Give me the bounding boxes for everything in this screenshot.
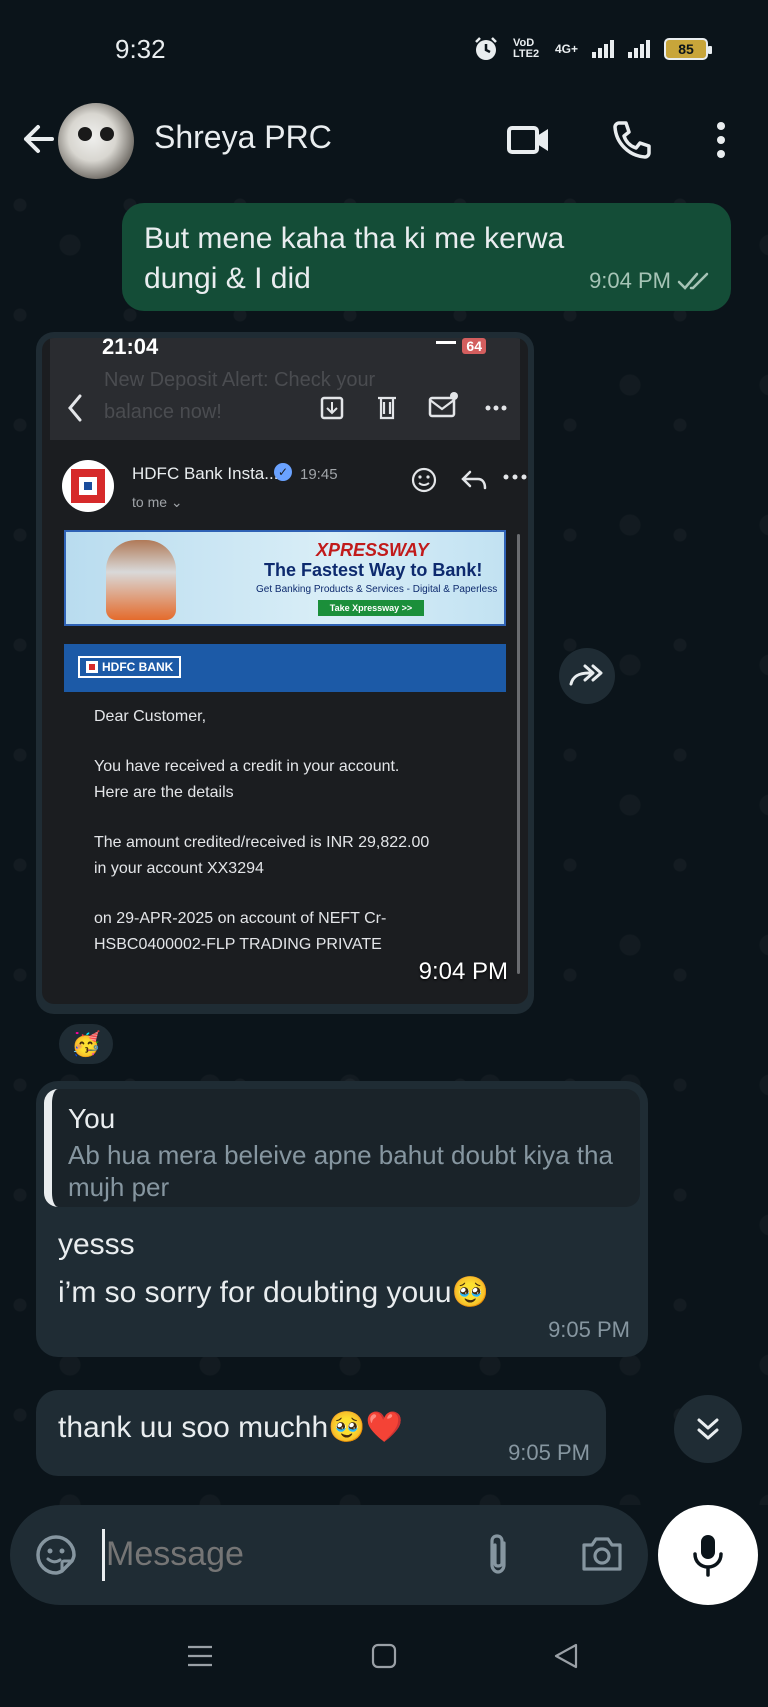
message-time: 9:05 PM xyxy=(548,1317,630,1342)
message-reaction[interactable]: 🥳 xyxy=(56,1021,116,1067)
message-text: But mene kaha tha ki me kerwa dungi & I … xyxy=(144,222,565,295)
status-bar: 9:32 VoD LTE2 4G+ 85 xyxy=(0,0,768,100)
hdfc-bank-label: HDFC BANK xyxy=(102,660,174,674)
email-sender: HDFC Bank Insta... xyxy=(132,464,279,483)
banner-button: Take Xpressway >> xyxy=(318,600,424,616)
attach-paperclip-icon[interactable] xyxy=(480,1531,516,1579)
email-recipient: to me ⌄ xyxy=(132,494,183,510)
alarm-icon xyxy=(475,37,497,60)
email-more-icon xyxy=(503,474,527,480)
banner-person-image xyxy=(106,540,176,620)
heart-emoji: ❤️ xyxy=(365,1411,403,1444)
voice-record-button[interactable] xyxy=(658,1505,758,1605)
email-line-2: The amount credited/received is INR 29,8… xyxy=(94,834,430,877)
battery-level: 85 xyxy=(678,41,694,57)
email-toolbar xyxy=(68,392,507,422)
quote-text: Ab hua mera beleive apne bahut doubt kiy… xyxy=(68,1140,613,1202)
chat-header: Shreya PRC xyxy=(0,95,768,185)
quote-author: You xyxy=(68,1103,116,1134)
battery-icon: 85 xyxy=(664,38,712,60)
status-icons: VoD LTE2 4G+ 85 xyxy=(473,36,712,62)
quoted-message[interactable]: You Ab hua mera beleive apne bahut doubt… xyxy=(44,1089,640,1207)
video-call-icon[interactable] xyxy=(506,117,552,163)
forward-icon xyxy=(569,664,603,686)
message-line-2: i’m so sorry for doubting youu🥹 xyxy=(58,1276,489,1309)
email-recipient-text: to me xyxy=(132,494,168,510)
message-composer xyxy=(10,1505,648,1605)
hdfc-bank-tag: HDFC BANK xyxy=(78,656,182,678)
banner-brand: XPRESSWAY xyxy=(316,540,429,560)
incoming-message-reply[interactable]: You Ab hua mera beleive apne bahut doubt… xyxy=(36,1081,648,1357)
recents-menu-icon[interactable] xyxy=(186,1642,214,1670)
email-screenshot[interactable]: 21:04 64 New Deposit Alert: Check your b… xyxy=(42,338,528,1004)
reaction-emoji: 🥳 xyxy=(71,1030,101,1058)
image-message-time: 9:04 PM xyxy=(418,958,508,985)
reply-icon xyxy=(461,470,487,490)
message-line-1: yesss xyxy=(58,1228,135,1261)
more-options-icon[interactable] xyxy=(706,117,736,163)
contact-name[interactable]: Shreya PRC xyxy=(154,119,332,156)
emoji-react-icon xyxy=(411,467,437,493)
status-time: 9:32 xyxy=(115,34,166,64)
forward-button[interactable] xyxy=(559,648,615,704)
back-arrow-icon[interactable] xyxy=(16,119,56,159)
banner-title: The Fastest Way to Bank! xyxy=(264,560,483,580)
xpressway-banner: XPRESSWAY The Fastest Way to Bank! Get B… xyxy=(64,530,506,626)
message-time: 9:05 PM xyxy=(508,1440,590,1465)
verified-badge-icon: ✓ xyxy=(274,463,292,481)
message-text: yesss i’m so sorry for doubting youu🥹 xyxy=(58,1221,489,1317)
sticker-emoji-icon[interactable] xyxy=(34,1533,78,1577)
outgoing-message[interactable]: But mene kaha tha ki me kerwa dungi & I … xyxy=(122,203,731,311)
network-label: VoD LTE2 xyxy=(512,37,540,60)
email-scrollbar xyxy=(517,534,520,974)
email-greeting: Dear Customer, xyxy=(94,708,207,725)
voice-call-icon[interactable] xyxy=(609,117,655,163)
double-chevron-down-icon xyxy=(697,1418,719,1440)
back-nav-icon[interactable] xyxy=(552,1642,580,1670)
home-icon[interactable] xyxy=(370,1642,398,1670)
email-time: 19:45 xyxy=(300,466,338,483)
message-time: 9:04 PM xyxy=(589,268,671,293)
message-body: thank uu soo muchh🥹 xyxy=(58,1411,366,1444)
chat-area[interactable]: But mene kaha tha ki me kerwa dungi & I … xyxy=(0,185,768,1505)
signal-icon xyxy=(592,40,614,58)
message-meta: 9:04 PM xyxy=(589,261,713,301)
camera-icon[interactable] xyxy=(580,1533,624,1573)
text-cursor xyxy=(102,1529,105,1581)
banner-subtitle: Get Banking Products & Services - Digita… xyxy=(256,584,498,595)
hdfc-logo-icon xyxy=(62,460,114,512)
screenshot-battery: 64 xyxy=(462,338,486,354)
email-header: HDFC Bank Insta... ✓ 19:45 to me ⌄ xyxy=(62,460,527,520)
double-check-icon xyxy=(677,272,709,290)
image-message[interactable]: 21:04 64 New Deposit Alert: Check your b… xyxy=(36,332,534,1014)
scroll-to-bottom-button[interactable] xyxy=(674,1395,742,1463)
message-text: thank uu soo muchh🥹❤️ xyxy=(58,1410,403,1445)
data-label: 4G+ xyxy=(554,42,578,56)
message-input[interactable] xyxy=(106,1535,426,1574)
email-line-3: on 29-APR-2025 on account of NEFT Cr-HSB… xyxy=(94,910,387,953)
signal-icon-2 xyxy=(628,40,650,58)
hdfc-strip: HDFC BANK xyxy=(64,644,506,692)
screenshot-status: 64 xyxy=(436,338,486,354)
email-body: Dear Customer, You have received a credi… xyxy=(94,704,514,984)
hdfc-mini-logo-icon xyxy=(86,661,98,673)
screenshot-time: 21:04 xyxy=(102,338,159,359)
contact-avatar[interactable] xyxy=(58,103,134,179)
microphone-icon xyxy=(693,1535,723,1577)
incoming-message[interactable]: thank uu soo muchh🥹❤️ 9:05 PM xyxy=(36,1390,606,1476)
system-nav-bar xyxy=(0,1610,768,1707)
email-line-1: You have received a credit in your accou… xyxy=(94,758,400,801)
